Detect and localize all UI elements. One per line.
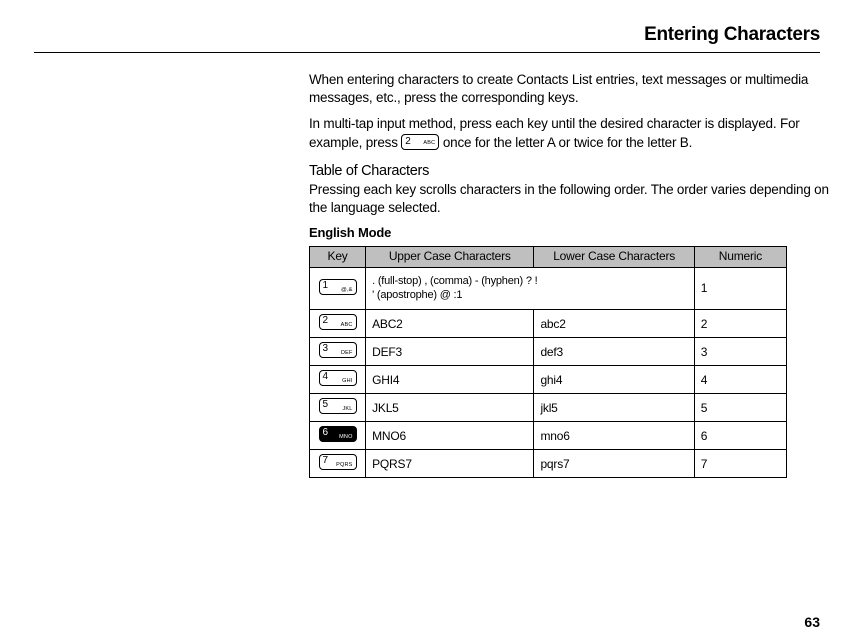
key-cell: 4 GHI — [310, 366, 366, 394]
key-icon: 4 GHI — [319, 370, 357, 386]
key-digit: 2 — [323, 315, 328, 326]
key-label: @,& — [341, 287, 352, 293]
key-icon: 6 MNO — [319, 426, 357, 442]
key-icon: 3 DEF — [319, 342, 357, 358]
key-label: ABC — [341, 322, 353, 328]
table-heading: Table of Characters — [309, 163, 829, 179]
header-row: Key Upper Case Characters Lower Case Cha… — [310, 247, 787, 267]
upper-cell: ABC2 — [366, 310, 534, 338]
lower-cell: ghi4 — [534, 366, 694, 394]
divider — [34, 52, 820, 53]
key-cell: 2 ABC — [310, 310, 366, 338]
key-cell: 5 JKL — [310, 394, 366, 422]
content-area: When entering characters to create Conta… — [309, 71, 829, 478]
key-label: ABC — [423, 140, 435, 147]
key-digit: 1 — [323, 280, 328, 291]
numeric-cell: 5 — [694, 394, 786, 422]
key-icon: 5 JKL — [319, 398, 357, 414]
upper-cell: . (full-stop) , (comma) - (hyphen) ? !' … — [366, 267, 695, 310]
mode-heading: English Mode — [309, 225, 829, 240]
upper-line2: ' (apostrophe) @ :1 — [372, 288, 688, 303]
col-key: Key — [310, 247, 366, 267]
numeric-cell: 3 — [694, 338, 786, 366]
lower-cell: def3 — [534, 338, 694, 366]
lower-cell: jkl5 — [534, 394, 694, 422]
numeric-cell: 6 — [694, 422, 786, 450]
key-label: GHI — [342, 378, 352, 384]
key-digit: 4 — [323, 371, 328, 382]
inline-key-example: 2 ABC — [401, 134, 439, 155]
lower-cell: abc2 — [534, 310, 694, 338]
table-desc: Pressing each key scrolls characters in … — [309, 181, 829, 217]
col-lower: Lower Case Characters — [534, 247, 694, 267]
numeric-cell: 1 — [694, 267, 786, 310]
key-icon: 2 ABC — [401, 134, 439, 150]
upper-cell: PQRS7 — [366, 450, 534, 478]
key-digit: 7 — [323, 455, 328, 466]
table-row: 2ABCABC2abc22 — [310, 310, 787, 338]
table-row: 6MNOMNO6mno66 — [310, 422, 787, 450]
upper-cell: JKL5 — [366, 394, 534, 422]
key-cell: 7 PQRS — [310, 450, 366, 478]
table-row: 4GHIGHI4ghi44 — [310, 366, 787, 394]
key-label: MNO — [339, 434, 352, 440]
intro2-post: once for the letter A or twice for the l… — [443, 135, 692, 150]
col-numeric: Numeric — [694, 247, 786, 267]
table-row: 3DEFDEF3def33 — [310, 338, 787, 366]
lower-cell: mno6 — [534, 422, 694, 450]
key-digit: 2 — [405, 135, 410, 149]
key-icon: 7 PQRS — [319, 454, 357, 470]
intro-paragraph-2: In multi-tap input method, press each ke… — [309, 115, 829, 154]
key-label: JKL — [342, 406, 352, 412]
lower-cell: pqrs7 — [534, 450, 694, 478]
numeric-cell: 4 — [694, 366, 786, 394]
key-cell: 1 @,& — [310, 267, 366, 310]
key-digit: 6 — [323, 427, 328, 438]
key-digit: 3 — [323, 343, 328, 354]
table-row: 1 @,& . (full-stop) , (comma) - (hyphen) ?… — [310, 267, 787, 310]
upper-cell: DEF3 — [366, 338, 534, 366]
upper-line1: . (full-stop) , (comma) - (hyphen) ? ! — [372, 274, 688, 289]
key-label: DEF — [341, 350, 353, 356]
upper-cell: GHI4 — [366, 366, 534, 394]
numeric-cell: 7 — [694, 450, 786, 478]
intro-paragraph-1: When entering characters to create Conta… — [309, 71, 829, 107]
key-icon: 1 @,& — [319, 279, 357, 295]
page-number: 63 — [804, 614, 820, 630]
key-digit: 5 — [323, 399, 328, 410]
col-upper: Upper Case Characters — [366, 247, 534, 267]
key-label: PQRS — [336, 462, 352, 468]
key-cell: 6 MNO — [310, 422, 366, 450]
key-cell: 3 DEF — [310, 338, 366, 366]
table-row: 5JKLJKL5jkl55 — [310, 394, 787, 422]
character-table: Key Upper Case Characters Lower Case Cha… — [309, 246, 787, 478]
key-icon: 2 ABC — [319, 314, 357, 330]
page-title: Entering Characters — [34, 24, 820, 46]
table-row: 7PQRSPQRS7pqrs77 — [310, 450, 787, 478]
numeric-cell: 2 — [694, 310, 786, 338]
upper-cell: MNO6 — [366, 422, 534, 450]
